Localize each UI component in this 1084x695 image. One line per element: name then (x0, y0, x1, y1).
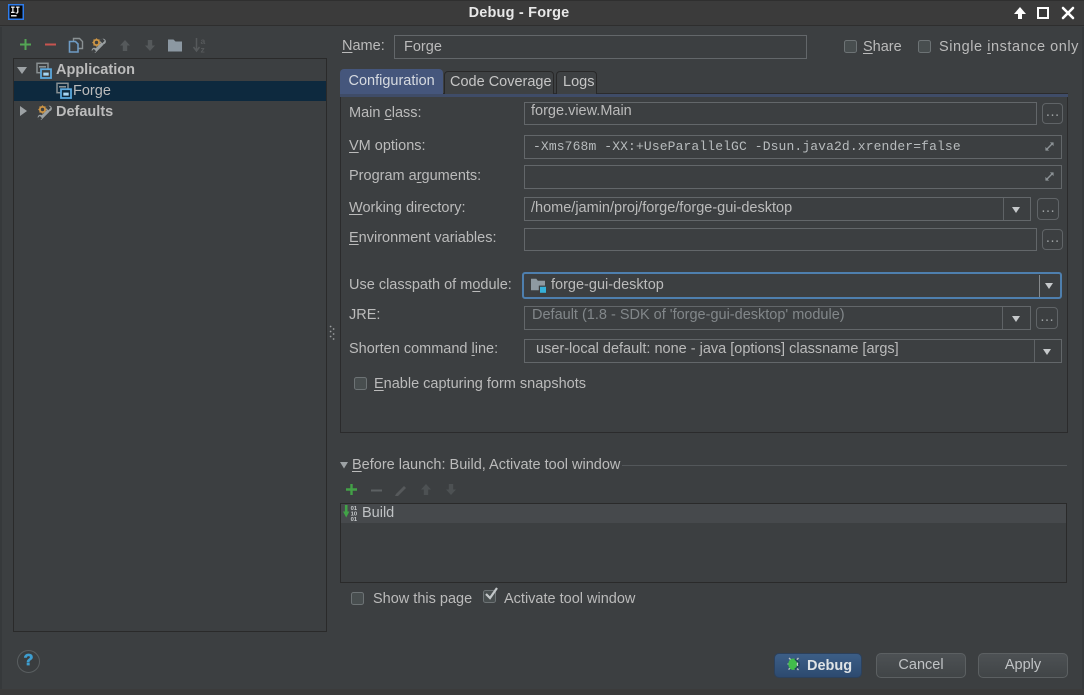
svg-text:01: 01 (351, 517, 358, 521)
svg-text:z: z (201, 45, 205, 54)
